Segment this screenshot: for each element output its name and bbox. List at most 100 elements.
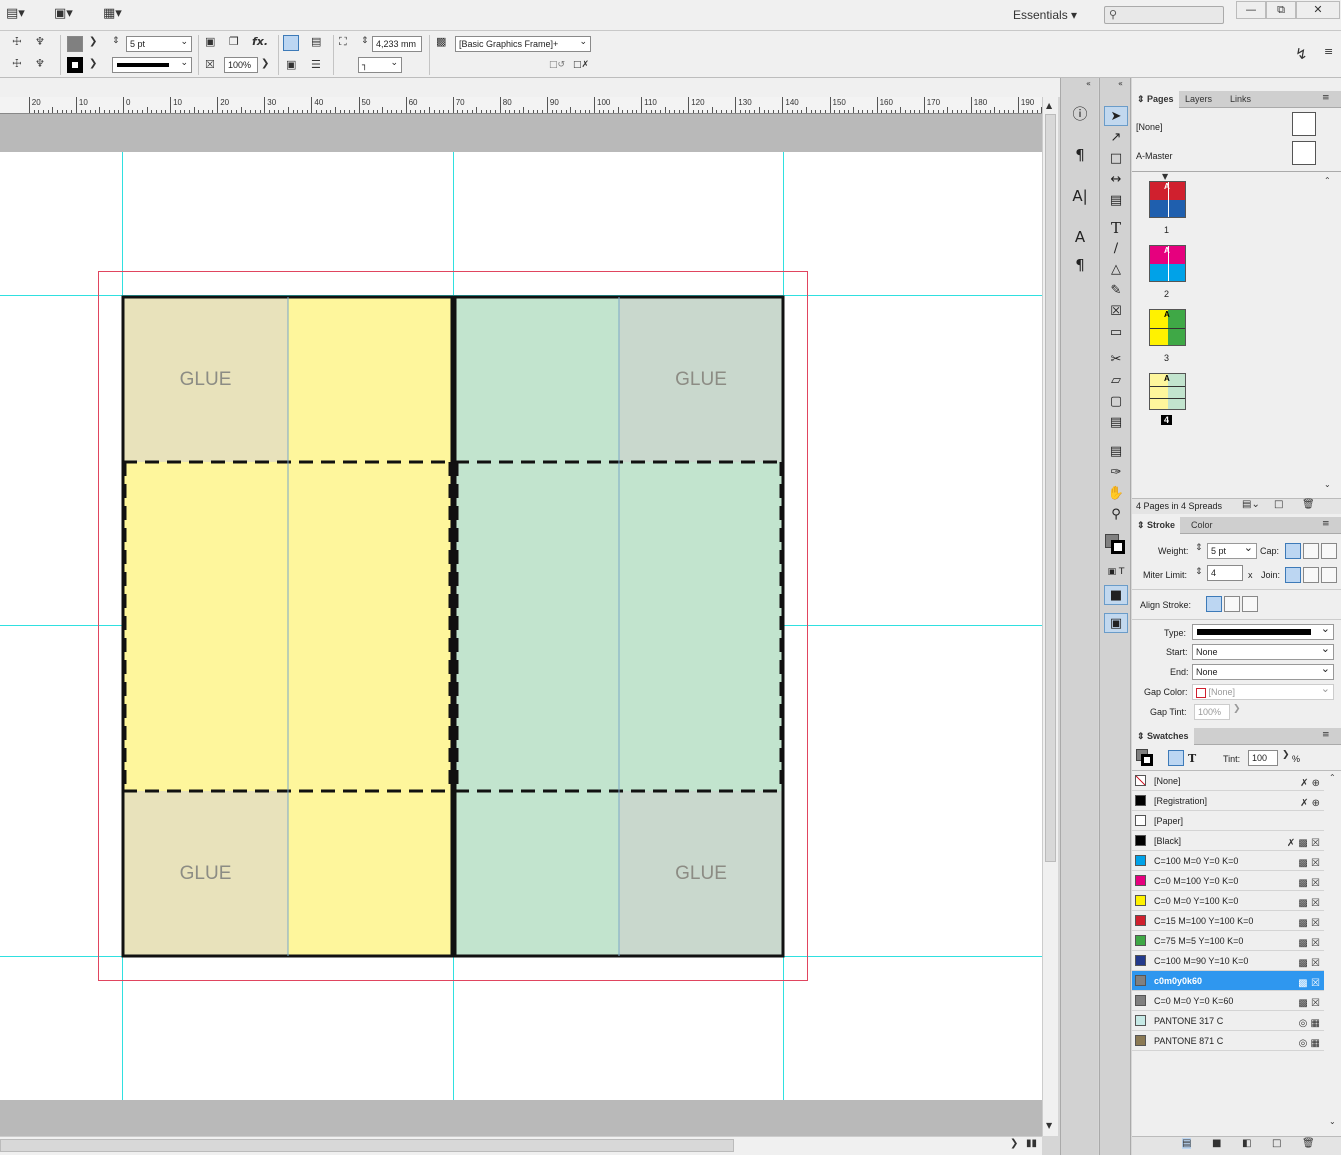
scroll-up-icon[interactable]: ⌃ <box>1329 773 1336 782</box>
gap-tint-field[interactable]: 100% <box>1194 704 1230 720</box>
character-icon[interactable]: A| <box>1068 185 1092 207</box>
panel-menu-icon[interactable]: ≡ <box>1322 730 1330 740</box>
stroke-weight-dropdown[interactable]: 5 pt <box>1207 541 1257 559</box>
tab-swatches[interactable]: ⇕ Swatches <box>1132 728 1194 745</box>
gap-color-dropdown[interactable]: [None] <box>1192 682 1334 700</box>
bevel-join-button[interactable] <box>1321 567 1337 583</box>
show-gradient-swatches-icon[interactable]: ◧ <box>1242 1138 1251 1149</box>
show-color-swatches-icon[interactable]: ■ <box>1212 1138 1221 1149</box>
tab-color[interactable]: Color <box>1186 517 1218 534</box>
swatch-item[interactable]: PANTONE 317 C ◎ ▦ <box>1132 1011 1324 1031</box>
master-none[interactable]: [None] <box>1136 122 1163 132</box>
scroll-right-icon[interactable]: ❯ <box>1010 1138 1018 1149</box>
align-outside-button[interactable] <box>1242 596 1258 612</box>
align-center-button[interactable] <box>1206 596 1222 612</box>
miter-join-button[interactable] <box>1285 567 1301 583</box>
lightning-icon[interactable]: ↯ <box>1295 45 1308 63</box>
direct-selection-tool[interactable]: ↗ <box>1104 128 1128 148</box>
screen-mode-icon[interactable]: ▣ <box>1104 613 1128 633</box>
hand-tool[interactable]: ✋ <box>1104 484 1128 504</box>
gap-tool[interactable]: ↔ <box>1104 170 1128 190</box>
horizontal-scrollbar[interactable]: ❯ ▮▮ <box>0 1136 1042 1155</box>
delete-swatch-icon[interactable]: 🗑 <box>1302 1138 1315 1149</box>
restore-button[interactable]: ⧉ <box>1266 1 1296 19</box>
close-button[interactable]: ✕ <box>1296 1 1340 19</box>
page-thumbnail-1[interactable]: A <box>1149 181 1186 218</box>
show-all-swatches-icon[interactable]: ▤ <box>1182 1138 1192 1149</box>
master-a[interactable]: A-Master <box>1136 151 1173 161</box>
eyedropper-tool[interactable]: ✑ <box>1104 463 1128 483</box>
swatch-item[interactable]: C=0 M=0 Y=100 K=0 ▩ ☒ <box>1132 891 1324 911</box>
scroll-up-icon[interactable]: ⌃ <box>1324 176 1331 185</box>
scroll-thumb[interactable] <box>0 1139 734 1152</box>
collapse-icon[interactable]: « <box>1118 79 1123 88</box>
paragraph-icon[interactable]: ¶ <box>1068 144 1092 166</box>
miter-limit-field[interactable]: 4 <box>1207 565 1243 581</box>
panel-menu-icon[interactable]: ≡ <box>1324 45 1333 58</box>
paragraph-styles-icon[interactable]: ¶ <box>1068 254 1092 276</box>
projecting-cap-button[interactable] <box>1321 543 1337 559</box>
tab-layers[interactable]: Layers <box>1180 91 1217 108</box>
line-tool[interactable]: ∕ <box>1104 239 1128 259</box>
panel-menu-icon[interactable]: ≡ <box>1322 93 1330 103</box>
end-dropdown[interactable]: None <box>1192 662 1334 680</box>
master-thumbnail[interactable] <box>1292 112 1316 136</box>
info-icon[interactable]: ⓘ <box>1068 103 1092 125</box>
tint-field[interactable]: 100 <box>1248 750 1278 766</box>
swatch-item[interactable]: c0m0y0k60 ▩ ☒ <box>1132 971 1324 991</box>
character-styles-icon[interactable]: A <box>1068 226 1092 248</box>
round-cap-button[interactable] <box>1303 543 1319 559</box>
pencil-tool[interactable]: ✎ <box>1104 281 1128 301</box>
stepper-icon[interactable]: ⇕ <box>1195 543 1203 553</box>
split-view-icon[interactable]: ▮▮ <box>1026 1138 1037 1149</box>
new-page-icon[interactable]: □ <box>1274 499 1283 510</box>
butt-cap-button[interactable] <box>1285 543 1301 559</box>
rectangle-frame-tool[interactable]: ☒ <box>1104 302 1128 322</box>
normal-view-icon[interactable]: ■ <box>1104 585 1128 605</box>
panel-menu-icon[interactable]: ≡ <box>1322 519 1330 529</box>
align-inside-button[interactable] <box>1224 596 1240 612</box>
note-tool[interactable]: ▤ <box>1104 442 1128 462</box>
round-join-button[interactable] <box>1303 567 1319 583</box>
gradient-swatch-tool[interactable]: ▢ <box>1104 392 1128 412</box>
scroll-down-icon[interactable]: ▼ <box>1046 1121 1052 1130</box>
swatch-item[interactable]: [Paper] <box>1132 811 1324 831</box>
pen-tool[interactable]: △ <box>1104 260 1128 280</box>
scroll-down-icon[interactable]: ⌄ <box>1324 480 1331 489</box>
selection-tool[interactable]: ➤ <box>1104 106 1128 126</box>
formatting-container-button[interactable] <box>1168 750 1184 766</box>
swatch-item[interactable]: PANTONE 871 C ◎ ▦ <box>1132 1031 1324 1051</box>
vertical-scrollbar[interactable]: ▲ ▼ <box>1042 97 1058 1136</box>
collapse-icon[interactable]: « <box>1086 79 1091 88</box>
page-thumbnail-2[interactable]: A <box>1149 245 1186 282</box>
chevron-right-icon[interactable]: ❯ <box>1233 704 1241 714</box>
formatting-text-icon[interactable]: T <box>1188 752 1196 765</box>
page-thumbnail-4[interactable]: A <box>1149 373 1186 410</box>
swatch-item[interactable]: C=100 M=0 Y=0 K=0 ▩ ☒ <box>1132 851 1324 871</box>
pages-scrollbar[interactable]: ⌃ ⌄ <box>1317 174 1341 494</box>
page-size-icon[interactable]: ▤⌄ <box>1242 499 1260 510</box>
rectangle-tool[interactable]: ▭ <box>1104 323 1128 343</box>
stroke-type-dropdown[interactable] <box>1192 622 1334 640</box>
swatch-item[interactable]: C=100 M=90 Y=10 K=0 ▩ ☒ <box>1132 951 1324 971</box>
tab-stroke[interactable]: ⇕ Stroke <box>1132 517 1181 534</box>
swatch-item[interactable]: C=15 M=100 Y=100 K=0 ▩ ☒ <box>1132 911 1324 931</box>
stepper-icon[interactable]: ⇕ <box>1195 567 1203 577</box>
chevron-right-icon[interactable]: ❯ <box>1282 750 1290 760</box>
swatch-item[interactable]: C=0 M=0 Y=0 K=60 ▩ ☒ <box>1132 991 1324 1011</box>
swatches-scrollbar[interactable]: ⌃ ⌄ <box>1324 771 1341 1133</box>
free-transform-tool[interactable]: ▱ <box>1104 371 1128 391</box>
content-collector-tool[interactable]: ▤ <box>1104 191 1128 211</box>
page-tool[interactable]: □ <box>1104 149 1128 169</box>
search-input[interactable]: ⚲ <box>1104 6 1224 24</box>
swatch-item[interactable]: [Black] ✗ ▩ ☒ <box>1132 831 1324 851</box>
minimize-button[interactable]: — <box>1236 1 1266 19</box>
tab-links[interactable]: Links <box>1225 91 1256 108</box>
delete-page-icon[interactable]: 🗑 <box>1302 499 1315 510</box>
scroll-down-icon[interactable]: ⌄ <box>1329 1117 1336 1126</box>
start-dropdown[interactable]: None <box>1192 642 1334 660</box>
new-swatch-icon[interactable]: □ <box>1272 1138 1281 1149</box>
swatch-item[interactable]: [Registration] ✗ ⊕ <box>1132 791 1324 811</box>
tab-pages[interactable]: ⇕ Pages <box>1132 91 1179 108</box>
zoom-tool[interactable]: ⚲ <box>1104 505 1128 525</box>
